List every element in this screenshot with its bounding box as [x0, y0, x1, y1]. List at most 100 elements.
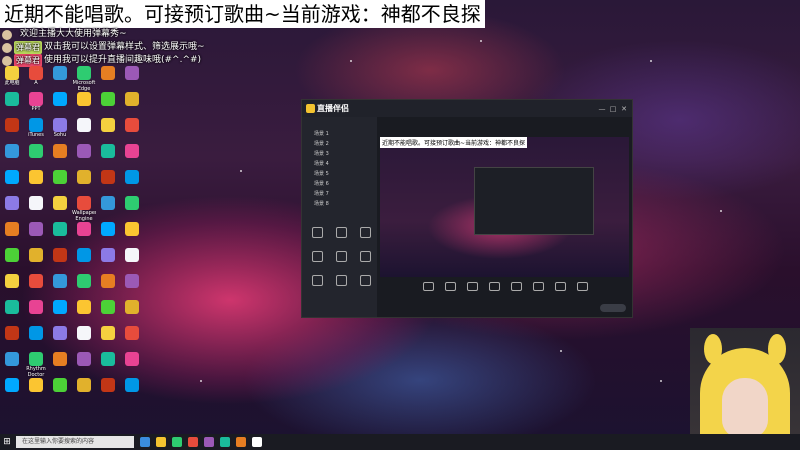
taskbar-app-icon[interactable] — [220, 437, 230, 447]
desktop-icon[interactable]: Microsoft Edge — [72, 66, 96, 92]
desktop-icon[interactable]: Wallpaper Engine — [72, 196, 96, 222]
start-button[interactable]: ⊞ — [0, 434, 14, 450]
desktop-icon[interactable] — [96, 378, 120, 404]
desktop-icon[interactable] — [48, 300, 72, 326]
desktop-icon[interactable] — [96, 274, 120, 300]
taskbar-app-icon[interactable] — [236, 437, 246, 447]
tool-button[interactable] — [354, 251, 376, 263]
start-live-button[interactable] — [600, 304, 626, 312]
desktop-icon[interactable] — [96, 300, 120, 326]
desktop-icon[interactable] — [120, 300, 144, 326]
taskbar-search[interactable]: 在这里输入你要搜索的内容 — [16, 436, 134, 448]
taskbar-app-icon[interactable] — [172, 437, 182, 447]
desktop-icon[interactable] — [0, 378, 24, 404]
desktop-icon[interactable] — [24, 196, 48, 222]
desktop-icon[interactable] — [0, 352, 24, 378]
desktop-icon[interactable] — [24, 248, 48, 274]
desktop-icon[interactable] — [72, 222, 96, 248]
scene-item[interactable]: 场景 3 — [302, 149, 377, 159]
desktop-icon[interactable] — [120, 144, 144, 170]
desktop-icon[interactable]: A — [24, 66, 48, 92]
desktop-icon[interactable] — [120, 352, 144, 378]
desktop-icon[interactable] — [120, 170, 144, 196]
bottom-action-button[interactable] — [527, 282, 549, 292]
desktop-icon[interactable] — [72, 118, 96, 144]
desktop-icon[interactable] — [96, 92, 120, 118]
desktop-icon[interactable] — [96, 170, 120, 196]
desktop-icon[interactable] — [48, 66, 72, 92]
bottom-action-button[interactable] — [483, 282, 505, 292]
desktop-icon[interactable]: PPT — [24, 92, 48, 118]
desktop-icon[interactable] — [48, 170, 72, 196]
desktop-icon[interactable] — [72, 326, 96, 352]
desktop-icon[interactable] — [24, 326, 48, 352]
scene-item[interactable]: 场景 1 — [302, 129, 377, 139]
desktop-icon[interactable] — [24, 170, 48, 196]
tool-button[interactable] — [354, 275, 376, 287]
desktop-icon[interactable] — [48, 222, 72, 248]
desktop-icon[interactable] — [96, 352, 120, 378]
app-titlebar[interactable]: 直播伴侣 — □ ✕ — [302, 100, 632, 117]
desktop-icon[interactable] — [0, 170, 24, 196]
desktop-icon[interactable] — [120, 118, 144, 144]
desktop-icon[interactable] — [120, 378, 144, 404]
desktop-icon[interactable] — [0, 300, 24, 326]
desktop-icon[interactable] — [24, 144, 48, 170]
bottom-action-button[interactable] — [505, 282, 527, 292]
tool-button[interactable] — [306, 251, 328, 263]
desktop-icon[interactable]: iTunes — [24, 118, 48, 144]
tool-button[interactable] — [354, 227, 376, 239]
desktop-icon[interactable] — [72, 378, 96, 404]
desktop-icon[interactable] — [0, 92, 24, 118]
desktop-icon[interactable] — [96, 326, 120, 352]
scene-item[interactable]: 场景 2 — [302, 139, 377, 149]
desktop-icon[interactable] — [48, 326, 72, 352]
desktop-icon[interactable] — [48, 144, 72, 170]
desktop-icon[interactable] — [120, 248, 144, 274]
tool-button[interactable] — [306, 227, 328, 239]
desktop-icon[interactable]: Sohu — [48, 118, 72, 144]
close-button[interactable]: ✕ — [620, 105, 628, 113]
tool-button[interactable] — [330, 251, 352, 263]
desktop-icon[interactable] — [0, 196, 24, 222]
desktop-icon[interactable] — [24, 274, 48, 300]
desktop-icon[interactable] — [0, 326, 24, 352]
bottom-action-button[interactable] — [549, 282, 571, 292]
desktop-icon[interactable] — [24, 222, 48, 248]
desktop-icon[interactable] — [96, 66, 120, 92]
tool-button[interactable] — [330, 275, 352, 287]
desktop-icon[interactable] — [120, 274, 144, 300]
desktop-icon[interactable] — [72, 144, 96, 170]
bottom-action-button[interactable] — [461, 282, 483, 292]
desktop-icon[interactable] — [96, 118, 120, 144]
desktop-icon[interactable] — [48, 274, 72, 300]
desktop-icon[interactable] — [120, 222, 144, 248]
stream-preview[interactable]: 近期不能唱歌。可接预订歌曲~当前游戏：神都不良探 — [380, 137, 629, 277]
bottom-action-button[interactable] — [439, 282, 461, 292]
desktop-icon[interactable] — [96, 248, 120, 274]
minimize-button[interactable]: — — [598, 105, 606, 113]
streaming-app-window[interactable]: 直播伴侣 — □ ✕ 场景 1 场景 2 场景 3 场景 4 场景 5 场景 6 场景 7场… — [301, 99, 633, 318]
scene-item[interactable]: 场景 4 — [302, 159, 377, 169]
desktop-icon[interactable] — [120, 92, 144, 118]
desktop-icon[interactable] — [96, 196, 120, 222]
desktop-icon[interactable] — [0, 274, 24, 300]
desktop-icon[interactable] — [96, 222, 120, 248]
desktop-icon[interactable] — [72, 92, 96, 118]
desktop-icon[interactable] — [0, 222, 24, 248]
taskbar-app-icon[interactable] — [252, 437, 262, 447]
desktop-icon[interactable]: Rhythm Doctor — [24, 352, 48, 378]
desktop-icon[interactable] — [0, 118, 24, 144]
desktop-icon[interactable]: 此电脑 — [0, 66, 24, 92]
desktop-icon[interactable] — [24, 378, 48, 404]
desktop-icon[interactable] — [72, 274, 96, 300]
desktop-icon[interactable] — [120, 66, 144, 92]
desktop-icon[interactable] — [72, 170, 96, 196]
desktop-icon[interactable] — [96, 144, 120, 170]
desktop-icon[interactable] — [120, 326, 144, 352]
taskbar-app-icon[interactable] — [140, 437, 150, 447]
desktop-icon[interactable] — [120, 196, 144, 222]
desktop-icon[interactable] — [0, 144, 24, 170]
desktop-icon[interactable] — [48, 378, 72, 404]
bottom-action-button[interactable] — [571, 282, 593, 292]
